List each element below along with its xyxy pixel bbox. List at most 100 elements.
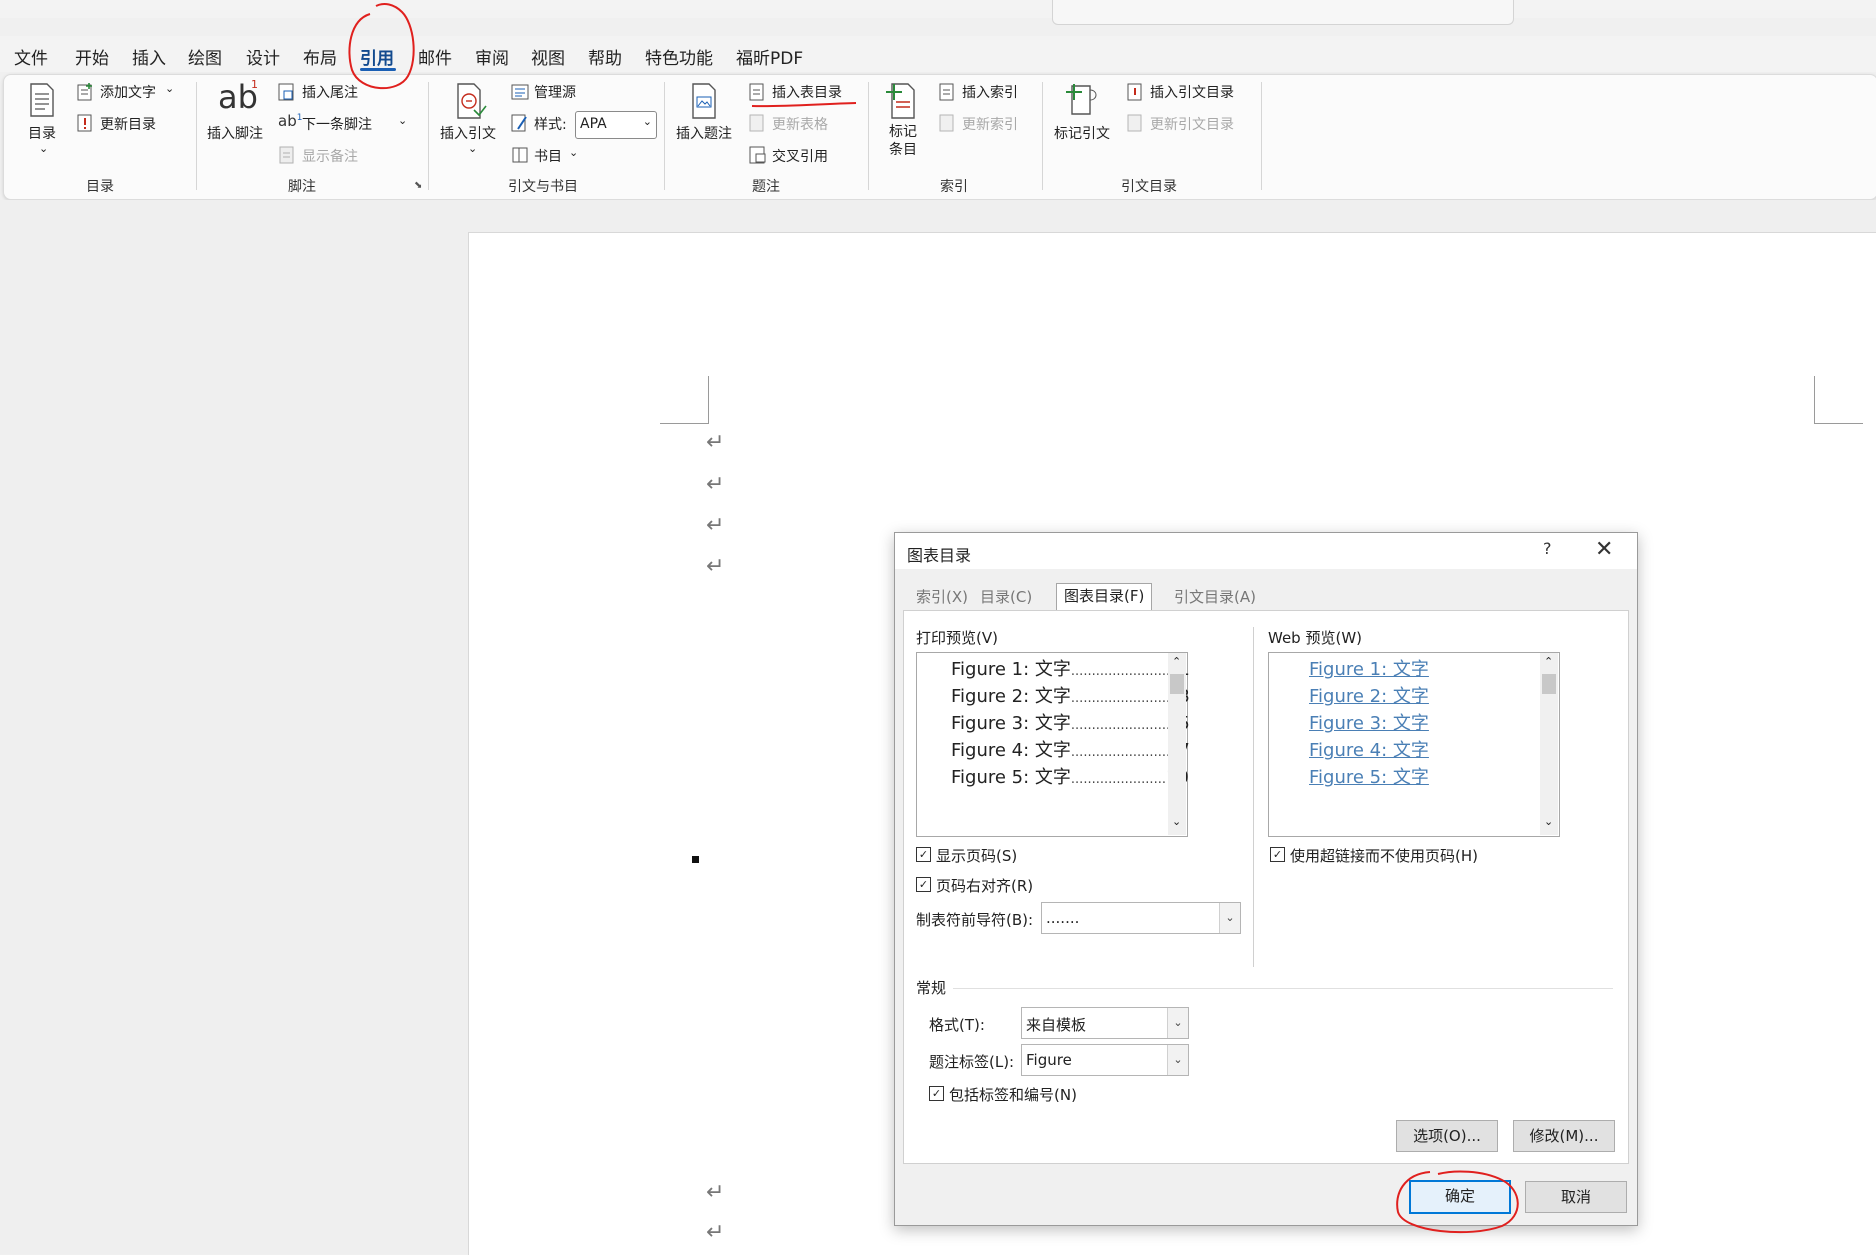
options-button[interactable]: 选项(O)... bbox=[1396, 1120, 1498, 1152]
menu-layout[interactable]: 布局 bbox=[303, 44, 337, 69]
print-preview-list: Figure 1: 文字..........................1 … bbox=[951, 653, 1190, 836]
menu-home[interactable]: 开始 bbox=[75, 44, 109, 69]
chevron-down-icon[interactable]: ⌄ bbox=[569, 146, 578, 159]
right-align-label: 页码右对齐(R) bbox=[936, 877, 1034, 895]
update-toa-button[interactable]: 更新引文目录 bbox=[1150, 114, 1234, 134]
cross-reference-button[interactable]: 交叉引用 bbox=[772, 146, 828, 166]
dialog-launcher-icon[interactable]: ⬊ bbox=[414, 180, 422, 191]
update-table-button[interactable]: 更新表格 bbox=[772, 114, 828, 134]
use-hyperlinks-checkbox[interactable]: ✓ bbox=[1270, 847, 1285, 862]
menu-file[interactable]: 文件 bbox=[14, 44, 48, 69]
style-label: 样式: bbox=[534, 117, 567, 133]
bibliography-button[interactable]: 书目 bbox=[534, 146, 562, 166]
scrollbar-thumb[interactable] bbox=[1170, 674, 1184, 694]
show-page-numbers-checkbox[interactable]: ✓ bbox=[916, 847, 931, 862]
table-of-contents-icon bbox=[30, 83, 54, 117]
format-value: 来自模板 bbox=[1026, 1016, 1087, 1034]
dialog-title-bar: 图表目录 ? ✕ bbox=[895, 533, 1637, 569]
next-footnote-button[interactable]: 下一条脚注 bbox=[302, 114, 372, 134]
update-toc-button[interactable]: 更新目录 bbox=[100, 114, 156, 134]
mark-entry-button[interactable]: 标记 条目 bbox=[889, 123, 917, 159]
scrollbar-thumb[interactable] bbox=[1542, 674, 1556, 694]
insert-footnote-button[interactable]: 插入脚注 bbox=[207, 123, 263, 143]
format-select[interactable]: 来自模板 ⌄ bbox=[1021, 1007, 1189, 1039]
menu-mailings[interactable]: 邮件 bbox=[418, 44, 452, 69]
list-item-link: Figure 3: 文字 bbox=[1309, 713, 1429, 734]
list-item: Figure 1: 文字..........................1 bbox=[951, 659, 1190, 680]
manage-sources-icon bbox=[511, 84, 529, 100]
insert-toa-button[interactable]: 插入引文目录 bbox=[1150, 82, 1234, 102]
chevron-up-icon[interactable]: ⌃ bbox=[1544, 655, 1553, 668]
update-index-icon bbox=[939, 114, 954, 132]
show-notes-button[interactable]: 显示备注 bbox=[302, 146, 358, 166]
tab-leader-select[interactable]: ....... ⌄ bbox=[1041, 902, 1241, 934]
divider bbox=[953, 988, 1613, 989]
menu-design[interactable]: 设计 bbox=[246, 44, 280, 69]
chevron-up-icon[interactable]: ⌃ bbox=[1172, 655, 1181, 668]
caption-label-value: Figure bbox=[1026, 1051, 1072, 1069]
group-label-toc: 目录 bbox=[86, 179, 114, 195]
print-preview-label: 打印预览(V) bbox=[916, 629, 998, 647]
citation-style-select[interactable]: APA ⌄ bbox=[575, 111, 657, 139]
insert-table-of-figures-button[interactable]: 插入表目录 bbox=[772, 82, 842, 102]
toc-button[interactable]: 目录 bbox=[28, 123, 56, 143]
group-divider bbox=[1042, 82, 1043, 190]
show-notes-icon bbox=[279, 146, 294, 164]
table-of-figures-icon bbox=[749, 83, 764, 101]
list-item: Figure 4: 文字..........................7 bbox=[951, 740, 1190, 761]
margin-corner-mark bbox=[660, 376, 709, 424]
tab-table-of-figures[interactable]: 图表目录(F) bbox=[1056, 583, 1153, 610]
menu-help[interactable]: 帮助 bbox=[588, 44, 622, 69]
cancel-button[interactable]: 取消 bbox=[1525, 1181, 1627, 1213]
tab-toc[interactable]: 目录(C) bbox=[973, 585, 1039, 609]
chevron-down-icon[interactable]: ⌄ bbox=[39, 142, 48, 155]
chevron-down-icon: ⌄ bbox=[642, 115, 652, 128]
tab-table-of-authorities[interactable]: 引文目录(A) bbox=[1167, 585, 1263, 609]
menu-insert[interactable]: 插入 bbox=[132, 44, 166, 69]
paragraph-mark: ↵ bbox=[706, 472, 725, 497]
add-text-button[interactable]: 添加文字 bbox=[100, 82, 156, 102]
menu-foxit-pdf[interactable]: 福昕PDF bbox=[736, 44, 803, 69]
menu-draw[interactable]: 绘图 bbox=[188, 44, 222, 69]
annotation-underline bbox=[751, 102, 857, 108]
chevron-down-icon[interactable]: ⌄ bbox=[1167, 1045, 1188, 1075]
caption-label-label: 题注标签(L): bbox=[929, 1053, 1015, 1071]
print-preview-box[interactable]: Figure 1: 文字..........................1 … bbox=[916, 652, 1190, 837]
mark-citation-button[interactable]: 标记引文 bbox=[1054, 123, 1110, 143]
mark-entry-icon bbox=[886, 83, 915, 119]
superscript-one-icon: 1 bbox=[251, 78, 258, 91]
menu-review[interactable]: 审阅 bbox=[475, 44, 509, 69]
chevron-down-icon[interactable]: ⌄ bbox=[1172, 815, 1181, 828]
update-index-button[interactable]: 更新索引 bbox=[962, 114, 1018, 134]
scrollbar[interactable]: ⌃ ⌄ bbox=[1540, 653, 1558, 835]
caption-label-select[interactable]: Figure ⌄ bbox=[1021, 1044, 1189, 1076]
chevron-down-icon[interactable]: ⌄ bbox=[398, 114, 407, 127]
right-align-checkbox[interactable]: ✓ bbox=[916, 877, 931, 892]
close-icon[interactable]: ✕ bbox=[1595, 537, 1613, 562]
group-label-authorities: 引文目录 bbox=[1121, 179, 1177, 195]
manage-sources-button[interactable]: 管理源 bbox=[534, 82, 576, 102]
table-of-figures-dialog: 图表目录 ? ✕ 索引(X) 目录(C) 图表目录(F) 引文目录(A) 打印预… bbox=[894, 532, 1638, 1226]
menu-view[interactable]: 视图 bbox=[531, 44, 565, 69]
chevron-down-icon[interactable]: ⌄ bbox=[468, 142, 477, 155]
chevron-down-icon[interactable]: ⌄ bbox=[1219, 903, 1240, 933]
include-label-checkbox[interactable]: ✓ bbox=[929, 1086, 944, 1101]
list-item-link: Figure 4: 文字 bbox=[1309, 740, 1429, 761]
insert-citation-button[interactable]: 插入引文 bbox=[440, 123, 496, 143]
chevron-down-icon[interactable]: ⌄ bbox=[1167, 1008, 1188, 1038]
insert-index-button[interactable]: 插入索引 bbox=[962, 82, 1018, 102]
search-box[interactable] bbox=[1052, 0, 1514, 25]
chevron-down-icon[interactable]: ⌄ bbox=[165, 82, 174, 95]
modify-button[interactable]: 修改(M)... bbox=[1513, 1120, 1615, 1152]
citation-style-icon bbox=[511, 114, 527, 132]
menu-special-features[interactable]: 特色功能 bbox=[645, 44, 713, 69]
scrollbar[interactable]: ⌃ ⌄ bbox=[1168, 653, 1186, 835]
bibliography-icon bbox=[512, 147, 528, 163]
help-icon[interactable]: ? bbox=[1543, 539, 1552, 558]
insert-caption-icon bbox=[692, 83, 716, 119]
group-label-footnotes: 脚注 bbox=[288, 179, 316, 195]
tab-index[interactable]: 索引(X) bbox=[909, 585, 975, 609]
insert-caption-button[interactable]: 插入题注 bbox=[676, 123, 732, 143]
chevron-down-icon[interactable]: ⌄ bbox=[1544, 815, 1553, 828]
web-preview-box[interactable]: Figure 1: 文字 Figure 2: 文字 Figure 3: 文字 F… bbox=[1268, 652, 1560, 837]
